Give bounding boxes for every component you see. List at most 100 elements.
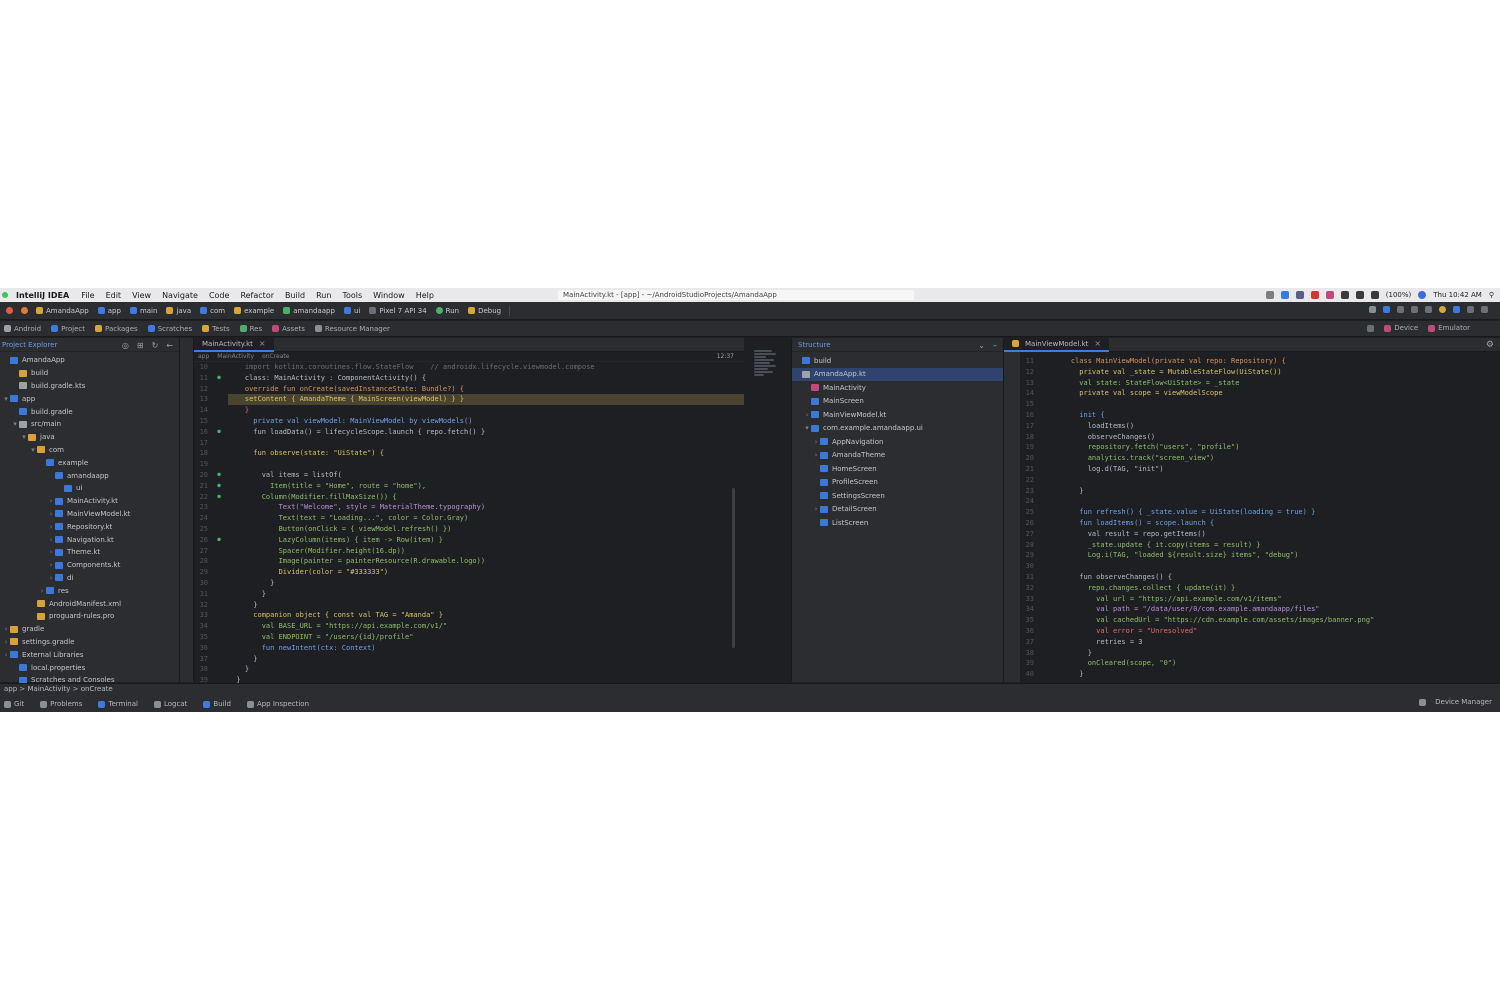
tree-item[interactable]: build — [792, 354, 1003, 368]
tool-tab[interactable]: Android — [4, 325, 41, 333]
tree-item[interactable]: › Theme.kt — [0, 546, 179, 559]
tree-item[interactable]: › gradle — [0, 623, 179, 636]
code-line[interactable]: 28 Image(painter = painterResource(R.dra… — [194, 556, 744, 567]
tree-item[interactable]: › MainViewModel.kt — [792, 408, 1003, 422]
code-line[interactable]: 20 ● val items = listOf( — [194, 470, 744, 481]
chevron-right-icon[interactable]: › — [2, 625, 10, 633]
code-line[interactable]: 19 — [194, 459, 744, 470]
tree-item[interactable]: › Components.kt — [0, 559, 179, 572]
code-line[interactable]: 22 ● Column(Modifier.fillMaxSize()) { — [194, 492, 744, 503]
editor-tab[interactable]: MainViewModel.kt × — [1004, 337, 1110, 352]
tree-item[interactable]: › AmandaTheme — [792, 449, 1003, 463]
vertical-scrollbar[interactable] — [732, 488, 735, 648]
code-line[interactable]: 21 ● Item(title = "Home", route = "home")… — [194, 481, 744, 492]
code-line[interactable]: 15 — [1020, 399, 1500, 410]
code-line[interactable]: 23 Text("Welcome", style = MaterialTheme… — [194, 502, 744, 513]
code-line[interactable]: 25 Button(onClick = { viewModel.refresh(… — [194, 524, 744, 535]
code-line[interactable]: 39 onCleared(scope, "0") — [1020, 658, 1500, 669]
code-line[interactable]: 27 Spacer(Modifier.height(16.dp)) — [194, 546, 744, 557]
breadcrumb-item[interactable]: MainActivity — [217, 353, 254, 360]
code-line[interactable]: 18 fun observe(state: "UiState") { — [194, 448, 744, 459]
tree-item[interactable]: SettingsScreen — [792, 489, 1003, 503]
code-line[interactable]: 29 Divider(color = "#333333") — [194, 567, 744, 578]
code-line[interactable]: 35 val cachedUrl = "https://cdn.example.… — [1020, 615, 1500, 626]
code-line[interactable]: 29 Log.i(TAG, "loaded ${result.size} ite… — [1020, 550, 1500, 561]
code-line[interactable]: 23 } — [1020, 486, 1500, 497]
code-line[interactable]: 31 } — [194, 589, 744, 600]
tree-item[interactable]: › Repository.kt — [0, 520, 179, 533]
code-line[interactable]: 32 } — [194, 600, 744, 611]
close-window-icon[interactable] — [6, 307, 13, 314]
tree-item[interactable]: build.gradle.kts — [0, 380, 179, 393]
code-line[interactable]: 16 ● fun loadData() = lifecycleScope.laun… — [194, 427, 744, 438]
code-line[interactable]: 14 private val scope = viewModelScope — [1020, 388, 1500, 399]
chevron-right-icon[interactable]: › — [812, 451, 820, 459]
tree-item[interactable]: ▾ java — [0, 431, 179, 444]
gutter-marker-icon[interactable]: ● — [210, 373, 228, 384]
code-line[interactable]: 12 override fun onCreate(savedInstanceSt… — [194, 384, 744, 395]
tree-item[interactable]: ▾ com.example.amandaapp.ui — [792, 422, 1003, 436]
chevron-down-icon[interactable]: ▾ — [20, 433, 28, 441]
device-icon[interactable] — [1453, 306, 1460, 313]
chevron-right-icon[interactable]: › — [47, 523, 55, 531]
caret-position[interactable]: 12:37 — [717, 353, 734, 360]
chevron-right-icon[interactable]: › — [47, 548, 55, 556]
code-line[interactable]: 30 } — [194, 578, 744, 589]
code-line[interactable]: 20 analytics.track("screen_view") — [1020, 453, 1500, 464]
tree-item[interactable]: HomeScreen — [792, 462, 1003, 476]
toolbar-item[interactable]: Pixel 7 API 34 — [369, 307, 427, 315]
menu-run[interactable]: Run — [316, 291, 331, 300]
chevron-down-icon[interactable]: ⌄ — [978, 341, 985, 350]
code-line[interactable]: 26 ● LazyColumn(items) { item -> Row(item… — [194, 535, 744, 546]
code-line[interactable]: 30 — [1020, 561, 1500, 572]
chevron-right-icon[interactable]: › — [812, 505, 820, 513]
code-line[interactable]: 19 repository.fetch("users", "profile") — [1020, 442, 1500, 453]
tool-tab[interactable]: Assets — [272, 325, 305, 333]
status-tool-button[interactable]: Problems — [40, 700, 82, 708]
chevron-right-icon[interactable]: › — [47, 536, 55, 544]
code-line[interactable]: 12 private val _state = MutableStateFlow… — [1020, 367, 1500, 378]
chevron-down-icon[interactable]: ▾ — [29, 446, 37, 454]
menu-navigate[interactable]: Navigate — [162, 291, 198, 300]
debug-button[interactable]: Debug — [468, 307, 501, 315]
menu-refactor[interactable]: Refactor — [240, 291, 274, 300]
clock[interactable]: Thu 10:42 AM — [1433, 291, 1482, 299]
breadcrumb-item[interactable]: app — [198, 353, 209, 360]
chevron-right-icon[interactable]: › — [812, 438, 820, 446]
gutter-marker-icon[interactable]: ● — [210, 492, 228, 503]
minimap[interactable] — [754, 350, 778, 390]
toolbar-item[interactable]: AmandaApp — [36, 307, 89, 315]
editor-tab[interactable]: MainActivity.kt × — [194, 337, 274, 352]
menu-help[interactable]: Help — [416, 291, 434, 300]
code-line[interactable]: 36 fun newIntent(ctx: Context) — [194, 643, 744, 654]
code-line[interactable]: 34 val BASE_URL = "https://api.example.c… — [194, 621, 744, 632]
toolbar-item[interactable]: com — [200, 307, 225, 315]
run-button[interactable]: Run — [435, 307, 459, 315]
tool-tab[interactable]: Scratches — [147, 325, 192, 333]
menu-view[interactable]: View — [132, 291, 151, 300]
toolbar-item[interactable]: app — [97, 307, 121, 315]
menu-window[interactable]: Window — [373, 291, 405, 300]
code-line[interactable]: 27 val result = repo.getItems() — [1020, 529, 1500, 540]
code-line[interactable]: 10 import kotlinx.coroutines.flow.StateF… — [194, 362, 744, 373]
code-line[interactable]: 13 val state: StateFlow<UiState> = _stat… — [1020, 378, 1500, 389]
status-path[interactable]: app > MainActivity > onCreate — [4, 685, 113, 693]
chevron-down-icon[interactable]: ▾ — [11, 420, 19, 428]
code-line[interactable]: 37 retries = 3 — [1020, 637, 1500, 648]
code-line[interactable]: 11 class MainViewModel(private val repo:… — [1020, 356, 1500, 367]
device-tab[interactable]: Device — [1384, 324, 1418, 332]
tray-icon[interactable] — [1265, 291, 1274, 299]
chevron-right-icon[interactable]: › — [47, 561, 55, 569]
code-line[interactable]: 34 val path = "/data/user/0/com.example.… — [1020, 604, 1500, 615]
sdk-icon[interactable] — [1425, 306, 1432, 313]
minimize-window-icon[interactable] — [21, 307, 28, 314]
device-manager-button[interactable]: Device Manager — [1435, 698, 1492, 706]
tray-icon[interactable] — [1295, 291, 1304, 299]
chevron-right-icon[interactable]: › — [38, 587, 46, 595]
structure-header[interactable]: Structure ⌄ – — [792, 338, 1003, 352]
tool-tab[interactable]: Packages — [95, 325, 138, 333]
toolbar-item[interactable]: java — [166, 307, 191, 315]
tree-item[interactable]: ui — [0, 482, 179, 495]
status-tool-button[interactable]: App Inspection — [246, 700, 309, 708]
chevron-right-icon[interactable]: › — [2, 638, 10, 646]
